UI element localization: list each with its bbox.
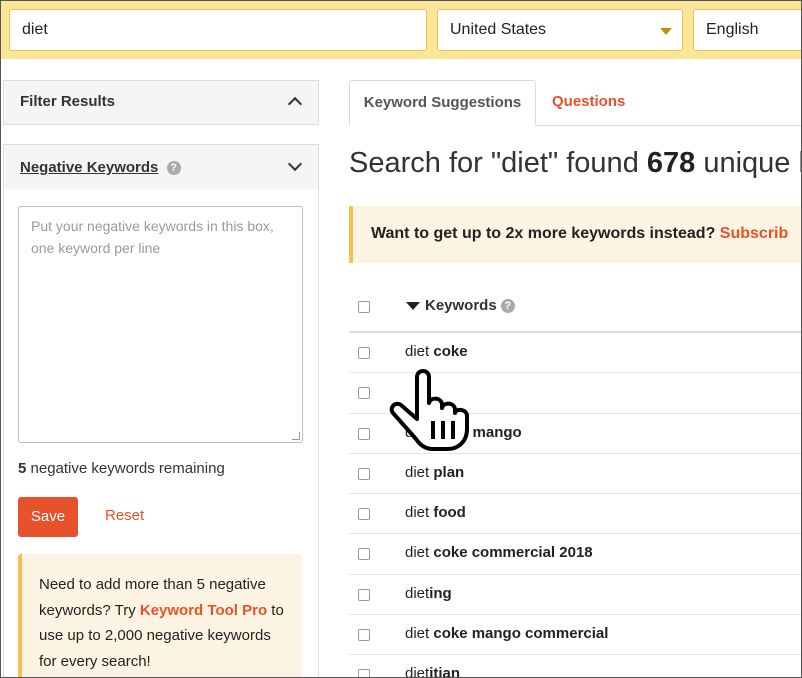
- table-header: Keywords?: [349, 284, 801, 333]
- keyword-base: diet: [405, 584, 430, 602]
- keyword-base: diet: [405, 544, 434, 562]
- chevron-down-icon: [287, 156, 303, 172]
- keyword-base: diet: [405, 343, 434, 360]
- sort-desc-icon[interactable]: [406, 302, 420, 310]
- results-headline: Search for "diet" found 678 unique k: [349, 147, 802, 180]
- headline-suffix: unique k: [695, 147, 802, 179]
- country-select[interactable]: United States: [437, 9, 683, 51]
- help-icon[interactable]: ?: [166, 161, 181, 175]
- keyword-input[interactable]: diet: [9, 9, 427, 51]
- upsell-banner: Want to get up to 2x more keywords inste…: [349, 206, 801, 263]
- keyword-base: diet: [405, 625, 434, 643]
- table-row[interactable]: dieting: [349, 575, 801, 616]
- negative-keywords-title: Negative Keywords ?: [20, 159, 181, 176]
- textarea-placeholder: Put your negative keywords in this box, …: [31, 218, 274, 256]
- table-row[interactable]: dietitian: [349, 655, 801, 678]
- keyword-text[interactable]: dietitian: [405, 665, 461, 678]
- subscribe-link[interactable]: Subscrib: [720, 225, 788, 242]
- keyword-suffix: coke commercial 2018: [433, 544, 593, 562]
- save-button[interactable]: Save: [18, 497, 78, 537]
- headline-prefix: Search for "diet" found: [349, 147, 647, 179]
- row-checkbox[interactable]: [358, 629, 370, 642]
- keywords-table: Keywords? diet cokediet coke mangodiet p…: [349, 284, 801, 678]
- keyword-suffix: ing: [429, 584, 452, 602]
- filter-results-title: Filter Results: [20, 93, 116, 110]
- keywords-column-header[interactable]: Keywords?: [425, 297, 515, 314]
- keyword-base: diet: [405, 504, 434, 522]
- chevron-down-icon: [660, 28, 672, 35]
- row-checkbox[interactable]: [358, 548, 370, 561]
- chevron-up-icon: [287, 96, 303, 112]
- pro-promo-box: Need to add more than 5 negative keyword…: [18, 554, 302, 677]
- row-checkbox[interactable]: [358, 427, 370, 440]
- row-checkbox[interactable]: [358, 508, 370, 521]
- hand-pointer-cursor-icon: [389, 369, 469, 451]
- tab-keyword-suggestions[interactable]: Keyword Suggestions: [349, 80, 536, 126]
- row-checkbox[interactable]: [358, 467, 370, 480]
- negative-keywords-textarea[interactable]: Put your negative keywords in this box, …: [18, 206, 303, 443]
- help-icon[interactable]: ?: [500, 299, 515, 313]
- remaining-label: negative keywords remaining: [30, 460, 225, 477]
- language-value: English: [706, 21, 759, 38]
- keywords-header-label: Keywords: [425, 297, 497, 314]
- row-checkbox[interactable]: [358, 669, 370, 677]
- row-checkbox[interactable]: [358, 588, 370, 601]
- keyword-suffix: coke mango commercial: [433, 625, 609, 643]
- keyword-text[interactable]: diet plan: [405, 464, 464, 481]
- keyword-suffix: coke: [433, 343, 468, 360]
- language-select[interactable]: English: [693, 9, 801, 51]
- keyword-base: diet: [405, 463, 434, 481]
- keyword-suffix: plan: [433, 463, 465, 481]
- negative-keywords-label: Negative Keywords: [20, 159, 159, 176]
- tab-divider: [536, 125, 801, 126]
- keyword-text[interactable]: diet coke commercial 2018: [405, 544, 593, 561]
- reset-button[interactable]: Reset: [105, 507, 144, 524]
- table-row[interactable]: diet plan: [349, 454, 801, 495]
- table-row[interactable]: diet food: [349, 494, 801, 535]
- results-count: 678: [646, 147, 696, 179]
- remaining-count: 5: [18, 460, 27, 477]
- keyword-base: diet: [405, 665, 430, 678]
- row-checkbox[interactable]: [358, 387, 370, 400]
- table-row[interactable]: diet coke commercial 2018: [349, 534, 801, 575]
- keyword-text[interactable]: dieting: [405, 585, 452, 602]
- table-row[interactable]: diet coke mango commercial: [349, 615, 801, 656]
- negative-keywords-header[interactable]: Negative Keywords ?: [3, 144, 319, 190]
- banner-text: Want to get up to 2x more keywords inste…: [371, 225, 720, 242]
- keyword-text[interactable]: diet coke mango commercial: [405, 625, 608, 642]
- keyword-tool-pro-link[interactable]: Keyword Tool Pro: [140, 602, 267, 619]
- row-checkbox[interactable]: [358, 347, 370, 359]
- search-bar: diet United States English: [1, 1, 801, 59]
- tab-questions[interactable]: Questions: [552, 80, 625, 126]
- keyword-text[interactable]: diet food: [405, 504, 466, 521]
- keyword-suffix: food: [433, 504, 466, 522]
- country-value: United States: [450, 21, 547, 38]
- keyword-suffix: itian: [429, 665, 461, 678]
- keyword-text[interactable]: diet coke: [405, 343, 468, 360]
- app-frame: diet United States English Filter Result…: [0, 0, 802, 678]
- remaining-count-text: 5 negative keywords remaining: [18, 460, 225, 477]
- select-all-checkbox[interactable]: [358, 301, 370, 313]
- filter-results-header[interactable]: Filter Results: [3, 80, 319, 125]
- resize-handle-icon[interactable]: [292, 432, 300, 440]
